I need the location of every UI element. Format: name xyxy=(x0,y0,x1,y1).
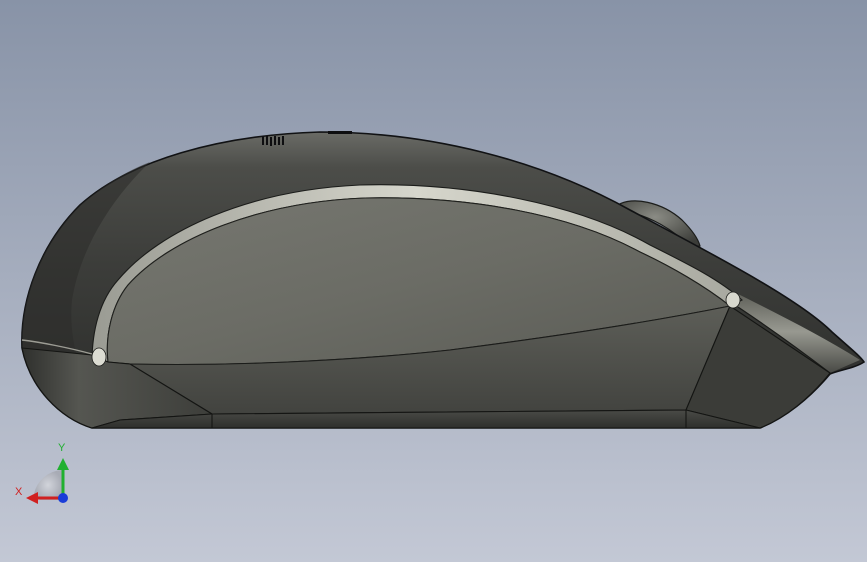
rim-corner-front xyxy=(725,291,741,309)
x-axis-label: X xyxy=(15,486,23,498)
z-axis-dot xyxy=(58,493,68,503)
3d-viewport[interactable]: X Y xyxy=(0,0,867,562)
viewport-scene[interactable] xyxy=(0,0,867,562)
rim-corner-rear xyxy=(91,347,107,367)
y-axis-label: Y xyxy=(58,442,66,454)
